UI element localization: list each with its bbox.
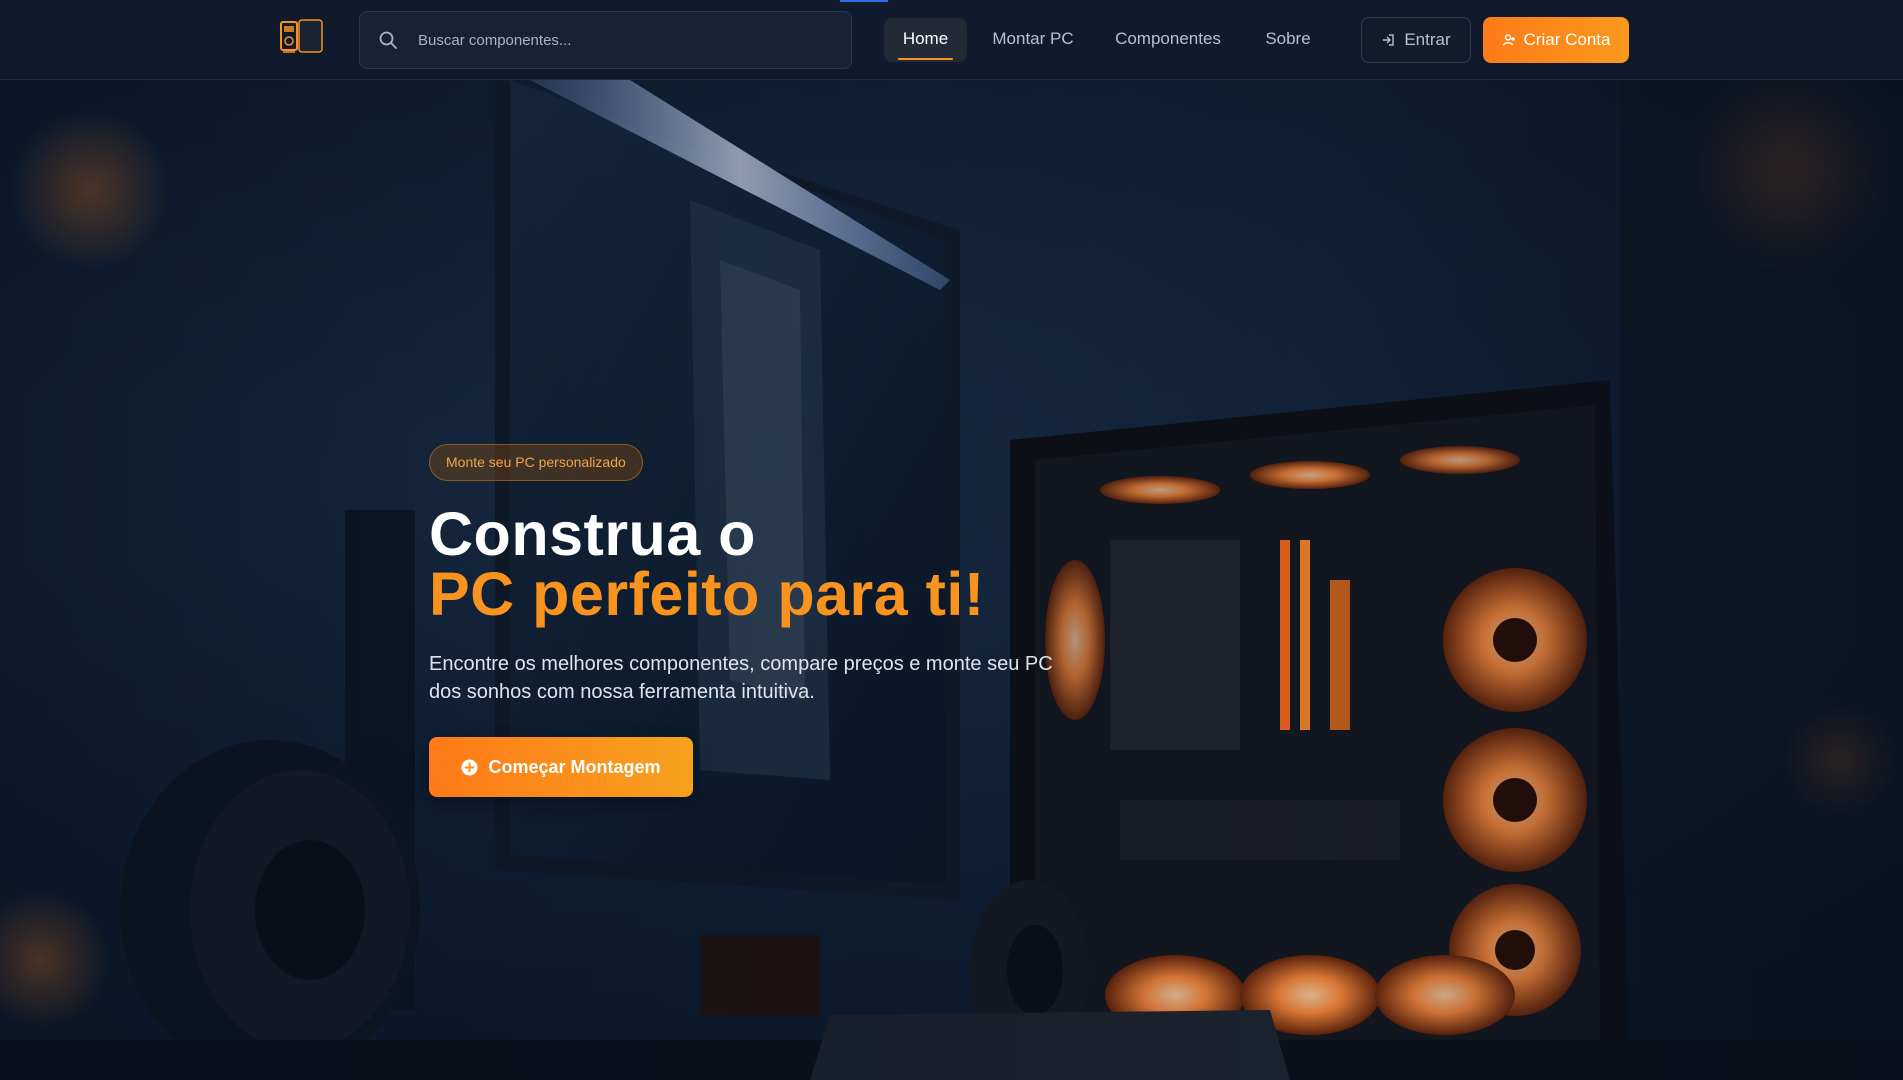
login-label: Entrar	[1404, 30, 1451, 49]
start-build-label: Começar Montagem	[488, 756, 661, 777]
nav-sobre[interactable]: Sobre	[1254, 18, 1322, 62]
top-navbar: Home Montar PC Componentes Sobre Entrar …	[0, 0, 1903, 80]
search-icon	[379, 31, 397, 49]
search-input[interactable]	[418, 31, 838, 49]
signup-button[interactable]: Criar Conta	[1483, 17, 1629, 63]
site-logo[interactable]	[280, 18, 324, 54]
hero-title-line1: Construa o	[429, 500, 756, 568]
hero-badge: Monte seu PC personalizado	[429, 444, 643, 481]
nav-componentes[interactable]: Componentes	[1105, 18, 1231, 62]
nav-home[interactable]: Home	[884, 18, 967, 62]
login-icon	[1383, 34, 1395, 46]
nav-montar-pc[interactable]: Montar PC	[978, 18, 1088, 62]
search-bar[interactable]	[359, 11, 852, 69]
plus-circle-icon	[461, 759, 478, 775]
hero-title-line2: PC perfeito para ti!	[429, 560, 985, 628]
signup-label: Criar Conta	[1523, 30, 1611, 49]
login-button[interactable]: Entrar	[1361, 17, 1471, 63]
pc-builder-logo-icon	[280, 19, 323, 53]
hero-title: Construa o PC perfeito para ti!	[429, 500, 985, 628]
hero-subtitle: Encontre os melhores componentes, compar…	[429, 653, 1053, 703]
loading-indicator	[840, 0, 888, 2]
start-build-button[interactable]: Começar Montagem	[429, 737, 693, 797]
user-plus-icon	[1502, 34, 1515, 46]
